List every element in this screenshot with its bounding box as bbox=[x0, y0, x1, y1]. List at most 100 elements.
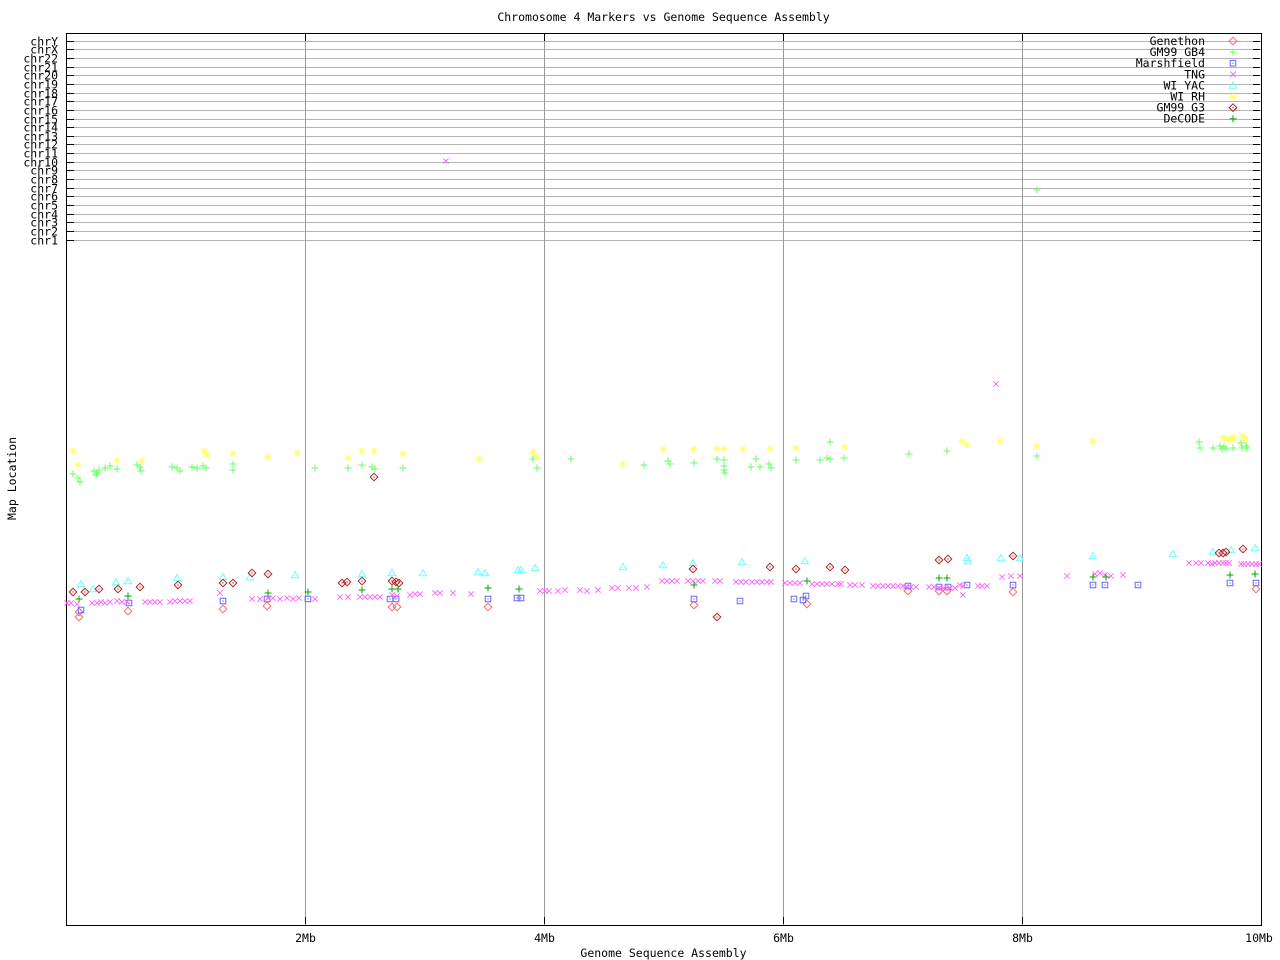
scatter-point bbox=[684, 577, 692, 585]
scatter-point bbox=[846, 581, 854, 589]
legend-marker-square-dot-icon bbox=[1229, 59, 1237, 67]
scatter-point bbox=[716, 577, 724, 585]
scatter-point bbox=[529, 448, 537, 456]
x-gridlines bbox=[305, 33, 1023, 925]
scatter-point bbox=[594, 586, 602, 594]
scatter-point bbox=[123, 606, 133, 616]
scatter-point bbox=[935, 574, 943, 582]
scatter-point bbox=[173, 464, 181, 472]
scatter-point bbox=[943, 554, 953, 564]
scatter-point bbox=[748, 578, 756, 586]
scatter-point bbox=[256, 595, 264, 603]
scatter-point bbox=[344, 593, 352, 601]
scatter-point bbox=[111, 577, 121, 586]
scatter-point bbox=[1088, 551, 1098, 560]
scatter-point bbox=[388, 585, 396, 593]
scatter-point bbox=[766, 445, 774, 453]
scatter-point bbox=[483, 602, 493, 612]
scatter-point bbox=[263, 569, 273, 579]
scatter-point bbox=[106, 598, 114, 606]
scatter-point bbox=[68, 587, 78, 597]
scatter-point bbox=[101, 599, 109, 607]
scatter-point bbox=[416, 590, 424, 598]
scatter-point bbox=[786, 579, 794, 587]
scatter-point bbox=[88, 599, 96, 607]
scatter-point bbox=[713, 445, 721, 453]
scatter-point bbox=[228, 578, 238, 588]
scatter-point bbox=[411, 590, 419, 598]
scatter-point bbox=[934, 555, 944, 565]
scatter-point bbox=[533, 464, 541, 472]
scatter-point bbox=[1237, 560, 1245, 568]
scatter-point bbox=[344, 454, 352, 462]
scatter-point bbox=[841, 443, 849, 451]
legend-marker-x-icon bbox=[1229, 71, 1237, 78]
scatter-point bbox=[690, 445, 698, 453]
scatter-point bbox=[218, 578, 228, 588]
x-tick-label-2Mb: 2Mb bbox=[295, 931, 316, 945]
scatter-point bbox=[1195, 438, 1203, 446]
scatter-point bbox=[289, 595, 297, 603]
scatter-point bbox=[176, 467, 184, 475]
scatter-point bbox=[513, 594, 521, 602]
scatter-point bbox=[826, 455, 834, 463]
scatter-point bbox=[113, 465, 121, 473]
scatter-point bbox=[188, 463, 196, 471]
scatter-point bbox=[840, 565, 850, 575]
scatter-point bbox=[753, 578, 761, 586]
scatter-point bbox=[1226, 579, 1234, 587]
scatter-point bbox=[1089, 437, 1097, 445]
scatter-point bbox=[851, 581, 859, 589]
scatter-point bbox=[1009, 581, 1017, 589]
scatter-point bbox=[619, 460, 627, 468]
scatter-point bbox=[186, 597, 194, 605]
scatter-point bbox=[1250, 543, 1260, 552]
scatter-point bbox=[732, 578, 740, 586]
scatter-point bbox=[802, 599, 812, 609]
scatter-point bbox=[1102, 573, 1110, 581]
scatter-point bbox=[304, 595, 312, 603]
scatter-point bbox=[1063, 572, 1071, 580]
scatter-point bbox=[138, 457, 146, 465]
scatter-point bbox=[219, 597, 227, 605]
scatter-point bbox=[517, 594, 525, 602]
scatter-point bbox=[1192, 559, 1200, 567]
scatter-point bbox=[1107, 572, 1115, 580]
scatter-point bbox=[357, 576, 367, 586]
scatter-point bbox=[834, 580, 842, 588]
scatter-point bbox=[1119, 571, 1127, 579]
x-tick-labels: 2Mb 4Mb 6Mb 8Mb 10Mb bbox=[295, 931, 1273, 945]
scatter-point bbox=[742, 578, 750, 586]
scatter-point bbox=[889, 582, 897, 590]
scatter-point bbox=[625, 584, 633, 592]
scatter-point bbox=[978, 582, 986, 590]
scatter-point bbox=[74, 612, 84, 622]
scatter-point bbox=[567, 455, 575, 463]
scatter-point bbox=[431, 589, 439, 597]
scatter-point bbox=[1251, 570, 1259, 578]
scatter-point bbox=[925, 583, 933, 591]
scatter-point bbox=[813, 580, 821, 588]
scatter-point bbox=[884, 582, 892, 590]
scatter-point bbox=[399, 450, 407, 458]
scatter-point bbox=[720, 466, 728, 474]
scatter-point bbox=[699, 577, 707, 585]
scatter-point bbox=[290, 570, 300, 579]
scatter-point bbox=[1226, 545, 1236, 554]
scatter-point bbox=[658, 560, 668, 569]
scatter-point bbox=[791, 564, 801, 574]
scatter-point bbox=[721, 469, 729, 477]
scatter-point bbox=[996, 437, 1004, 445]
scatter-point bbox=[387, 568, 397, 577]
scatter-point bbox=[823, 454, 831, 462]
scatter-point bbox=[992, 380, 1000, 388]
scatter-point bbox=[983, 582, 991, 590]
scatter-point bbox=[1033, 186, 1041, 194]
legend-marker-plus-icon bbox=[1229, 115, 1237, 123]
scatter-point bbox=[366, 593, 374, 601]
scatter-point bbox=[688, 564, 698, 574]
scatter-point bbox=[97, 598, 105, 606]
scatter-point bbox=[1033, 452, 1041, 460]
scatter-point bbox=[618, 562, 628, 571]
scatter-point bbox=[394, 585, 402, 593]
